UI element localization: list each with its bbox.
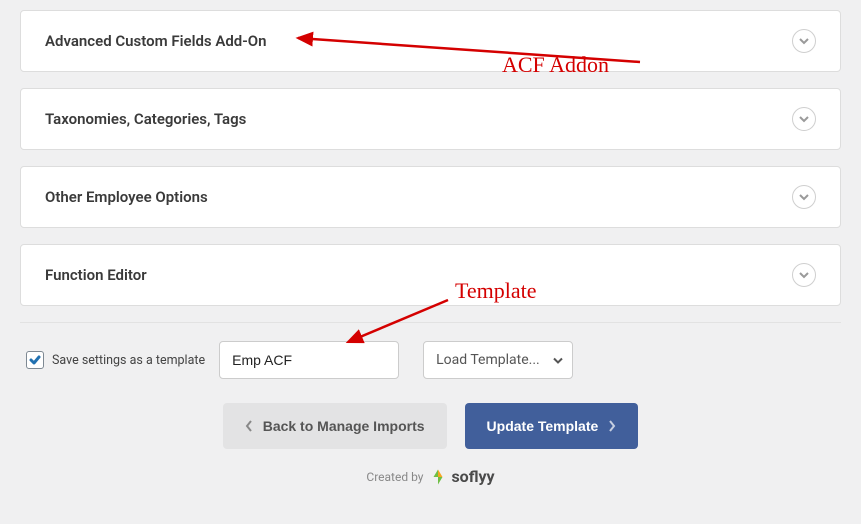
action-buttons: Back to Manage Imports Update Template <box>20 397 841 465</box>
chevron-down-icon <box>792 263 816 287</box>
panel-acf[interactable]: Advanced Custom Fields Add-On <box>20 10 841 72</box>
soflyy-icon <box>429 468 447 486</box>
save-template-checkbox[interactable] <box>26 351 44 369</box>
chevron-down-icon <box>792 185 816 209</box>
update-template-button[interactable]: Update Template <box>465 403 639 449</box>
update-button-label: Update Template <box>487 418 599 434</box>
brand-logo: soflyy <box>429 467 494 486</box>
back-button-label: Back to Manage Imports <box>263 418 425 434</box>
chevron-left-icon <box>245 420 253 432</box>
save-template-option[interactable]: Save settings as a template <box>26 351 205 369</box>
section-divider <box>20 322 841 323</box>
chevron-down-icon <box>792 107 816 131</box>
footer-created-by: Created by <box>366 470 423 484</box>
panel-other-options-title: Other Employee Options <box>45 188 208 206</box>
footer: Created by soflyy <box>20 465 841 494</box>
save-template-label: Save settings as a template <box>52 353 205 368</box>
chevron-right-icon <box>608 420 616 432</box>
load-template-selected: Load Template... <box>436 352 540 368</box>
brand-name: soflyy <box>451 467 494 486</box>
template-name-input[interactable] <box>219 341 399 379</box>
load-template-select[interactable]: Load Template... <box>423 341 573 379</box>
panel-function-editor[interactable]: Function Editor <box>20 244 841 306</box>
chevron-down-icon <box>792 29 816 53</box>
template-row: Save settings as a template Load Templat… <box>20 337 841 397</box>
panel-taxonomies[interactable]: Taxonomies, Categories, Tags <box>20 88 841 150</box>
back-button[interactable]: Back to Manage Imports <box>223 403 447 449</box>
panel-taxonomies-title: Taxonomies, Categories, Tags <box>45 110 246 128</box>
panel-other-options[interactable]: Other Employee Options <box>20 166 841 228</box>
panel-function-editor-title: Function Editor <box>45 266 147 284</box>
panel-acf-title: Advanced Custom Fields Add-On <box>45 32 266 50</box>
